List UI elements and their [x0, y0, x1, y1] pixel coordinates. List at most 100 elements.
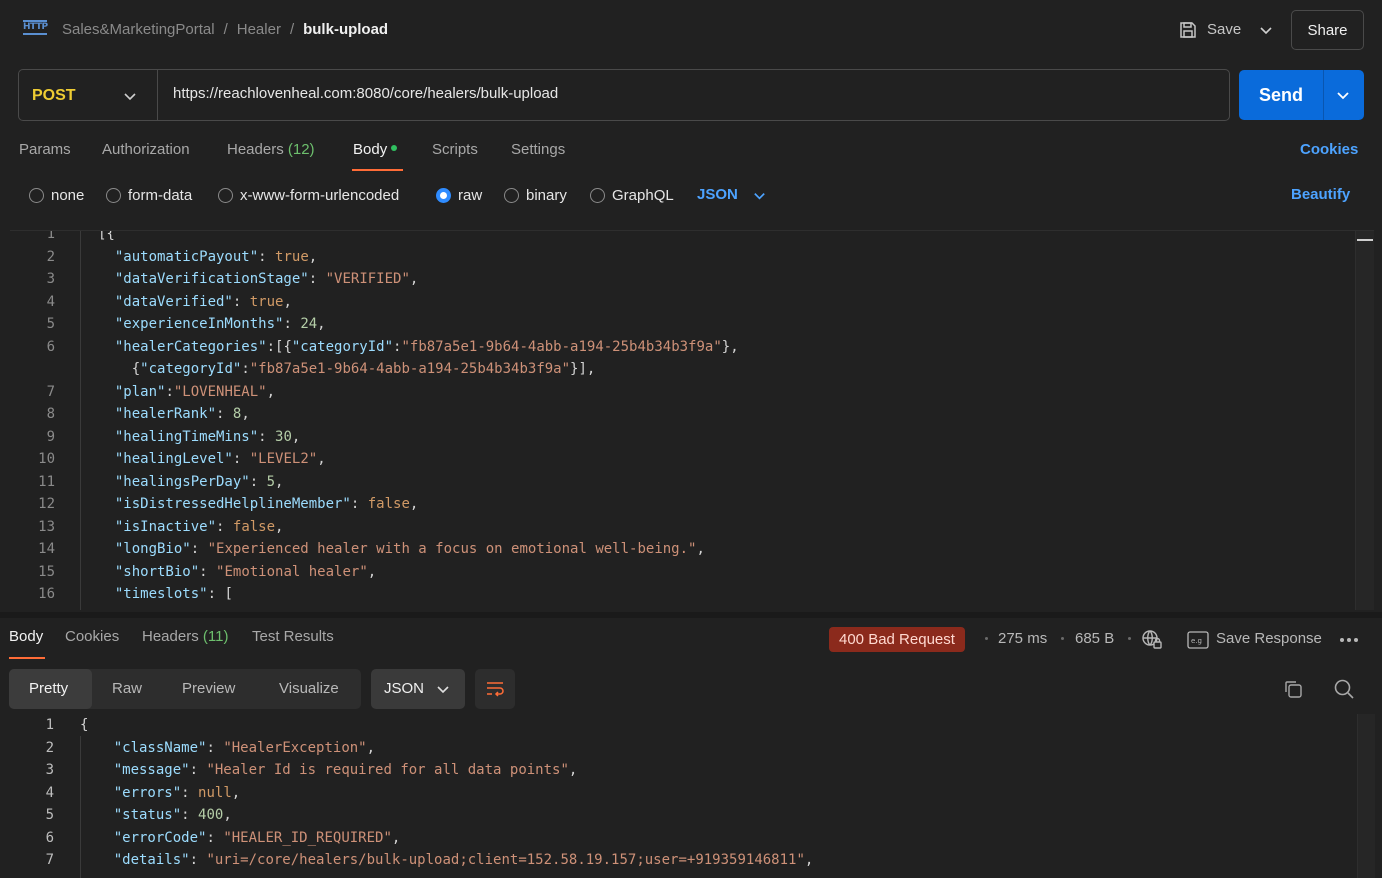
- code-text: [{: [98, 230, 115, 242]
- wrap-lines-button[interactable]: [475, 669, 515, 709]
- line-number: 2: [45, 739, 54, 756]
- save-response-icon[interactable]: e.g: [1187, 631, 1209, 649]
- modified-dot-icon: [391, 145, 398, 152]
- top-bar: HTTP Sales&MarketingPortal / Healer / bulk-u…: [0, 0, 1382, 62]
- search-icon[interactable]: [1333, 678, 1355, 700]
- response-format-select[interactable]: JSON: [371, 669, 465, 709]
- send-button[interactable]: Send: [1239, 70, 1364, 120]
- line-number: 6: [45, 829, 54, 846]
- response-time[interactable]: 275 ms: [998, 630, 1047, 647]
- radio-label: none: [51, 187, 85, 204]
- code-text: "isInactive": false,: [114, 518, 284, 535]
- tab-headers[interactable]: Headers (12): [227, 141, 315, 158]
- indent-guide: [80, 231, 81, 610]
- code-text: "className": "HealerException",: [113, 739, 376, 756]
- tab-response-headers[interactable]: Headers (11): [142, 628, 228, 645]
- code-text: "healerRank": 8,: [114, 406, 250, 422]
- beautify-button[interactable]: Beautify: [1291, 186, 1350, 203]
- tab-params[interactable]: Params: [19, 141, 71, 158]
- line-number: 13: [38, 518, 55, 535]
- divider: [1323, 70, 1324, 120]
- code-text: "timeslots": [: [114, 586, 233, 602]
- save-button[interactable]: Save: [1207, 21, 1241, 38]
- breadcrumb: Sales&MarketingPortal / Healer / bulk-upload: [62, 21, 389, 38]
- share-button[interactable]: Share: [1291, 10, 1364, 50]
- chevron-down-icon[interactable]: [122, 88, 138, 104]
- line-number: 8: [46, 406, 55, 422]
- chevron-down-icon[interactable]: [1335, 87, 1351, 103]
- tab-body[interactable]: Body: [353, 141, 398, 158]
- view-visualize[interactable]: Visualize: [259, 669, 359, 709]
- chevron-down-icon[interactable]: [752, 188, 767, 203]
- line-number: 5: [46, 316, 55, 332]
- radio-graphql[interactable]: GraphQL: [590, 187, 674, 204]
- view-raw[interactable]: Raw: [92, 669, 162, 709]
- tab-response-cookies[interactable]: Cookies: [65, 628, 119, 645]
- body-format-select[interactable]: JSON: [697, 186, 738, 203]
- chevron-down-icon[interactable]: [1258, 22, 1274, 38]
- scrollbar-thumb[interactable]: [1357, 239, 1373, 241]
- line-number: 4: [45, 784, 54, 801]
- pane-divider[interactable]: [0, 612, 1382, 618]
- line-number: 1: [45, 717, 54, 733]
- radio-raw[interactable]: raw: [436, 187, 482, 204]
- response-size[interactable]: 685 B: [1075, 630, 1114, 647]
- separator-dot: [1128, 637, 1131, 640]
- method-select[interactable]: POST: [32, 87, 76, 105]
- radio-none[interactable]: none: [29, 187, 84, 204]
- save-icon[interactable]: [1178, 20, 1198, 40]
- radio-label: raw: [458, 187, 483, 204]
- view-pretty[interactable]: Pretty: [9, 669, 92, 709]
- response-body-viewer[interactable]: 1 {2 "className": "HealerException", 3 "me…: [0, 714, 1382, 878]
- code-text: "longBio": "Experienced healer with a fo…: [114, 541, 705, 557]
- code-text: "dataVerified": true,: [114, 293, 292, 310]
- line-number: 1: [46, 230, 55, 242]
- breadcrumb-request[interactable]: bulk-upload: [303, 21, 388, 38]
- radio-binary[interactable]: binary: [504, 187, 567, 204]
- tab-scripts[interactable]: Scripts: [432, 141, 478, 158]
- radio-form-data[interactable]: form-data: [106, 187, 192, 204]
- view-preview[interactable]: Preview: [162, 669, 255, 709]
- response-tabs: Body Cookies Headers (11) Test Results 4…: [0, 625, 1382, 659]
- copy-icon[interactable]: [1283, 679, 1303, 699]
- status-badge[interactable]: 400 Bad Request: [829, 627, 965, 652]
- line-number: 5: [45, 807, 54, 823]
- active-tab-indicator: [352, 169, 403, 171]
- request-body-editor[interactable]: 1 [{2 "automaticPayout": true, 3 "dataVeri…: [10, 230, 1374, 610]
- line-number: 12: [38, 496, 55, 512]
- code-text: "healerCategories":[{"categoryId":"fb87a…: [114, 338, 739, 355]
- code-text: "healingLevel": "LEVEL2",: [114, 451, 326, 467]
- request-tabs: Params Authorization Headers (12) Body S…: [0, 138, 1382, 172]
- url-input[interactable]: [173, 85, 1213, 102]
- scrollbar[interactable]: [1357, 714, 1375, 878]
- line-number: 16: [38, 586, 55, 602]
- tab-authorization[interactable]: Authorization: [102, 141, 190, 158]
- breadcrumb-workspace[interactable]: Sales&MarketingPortal: [62, 21, 215, 38]
- tab-settings[interactable]: Settings: [511, 141, 565, 158]
- separator-dot: [1061, 637, 1064, 640]
- http-request-icon: HTTP: [23, 20, 48, 40]
- breadcrumb-folder[interactable]: Healer: [237, 21, 281, 38]
- line-number: 2: [46, 248, 55, 265]
- code-text: "automaticPayout": true,: [114, 248, 318, 265]
- tab-response-body[interactable]: Body: [9, 628, 43, 645]
- code-text: {: [80, 717, 89, 733]
- more-options-icon[interactable]: [1339, 637, 1359, 643]
- code-text: "status": 400,: [113, 807, 232, 823]
- line-number: 10: [38, 451, 55, 467]
- divider: [157, 70, 158, 120]
- radio-label: x-www-form-urlencoded: [240, 187, 400, 204]
- cookies-link[interactable]: Cookies: [1300, 141, 1358, 158]
- wrap-lines-icon: [487, 682, 504, 697]
- line-number: 11: [38, 473, 55, 490]
- line-number: 9: [46, 428, 55, 445]
- tab-body-label: Body: [353, 141, 388, 158]
- network-globe-icon[interactable]: [1141, 629, 1163, 651]
- code-text: "plan":"LOVENHEAL",: [114, 383, 276, 400]
- scrollbar[interactable]: [1355, 231, 1374, 610]
- tab-headers-count: (12): [287, 141, 315, 158]
- save-response-button[interactable]: Save Response: [1216, 630, 1322, 647]
- radio-x-www-form-urlencoded[interactable]: x-www-form-urlencoded: [218, 187, 399, 204]
- tab-test-results[interactable]: Test Results: [252, 628, 334, 645]
- code-text: {"categoryId":"fb87a5e1-9b64-4abb-a194-2…: [98, 361, 596, 377]
